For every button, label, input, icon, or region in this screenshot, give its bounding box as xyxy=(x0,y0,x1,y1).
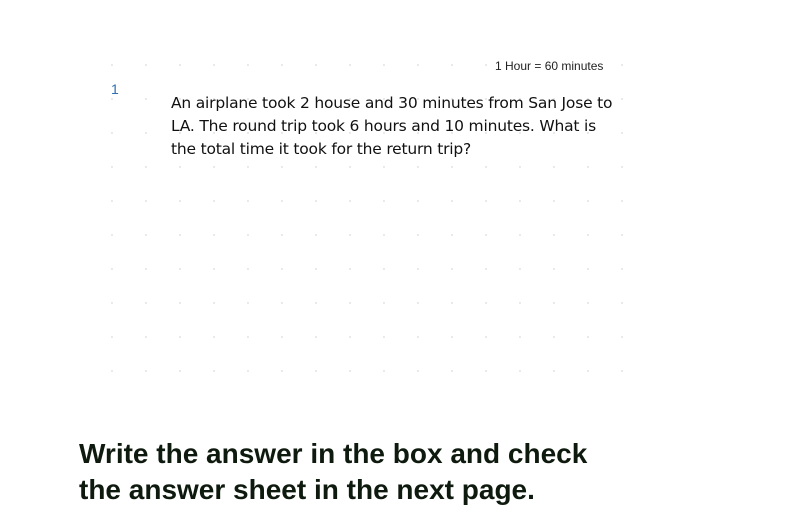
question-line: An airplane took 2 house and 30 minutes … xyxy=(171,94,613,112)
instruction-line: the answer sheet in the next page. xyxy=(79,474,535,505)
question-text: An airplane took 2 house and 30 minutes … xyxy=(171,92,631,161)
question-line: LA. The round trip took 6 hours and 10 m… xyxy=(171,117,596,135)
conversion-note: 1 Hour = 60 minutes xyxy=(495,59,604,73)
instruction-line: Write the answer in the box and check xyxy=(79,438,588,469)
question-line: the total time it took for the return tr… xyxy=(171,140,472,158)
question-number: 1 xyxy=(111,81,119,97)
answer-instruction: Write the answer in the box and check th… xyxy=(79,436,587,508)
